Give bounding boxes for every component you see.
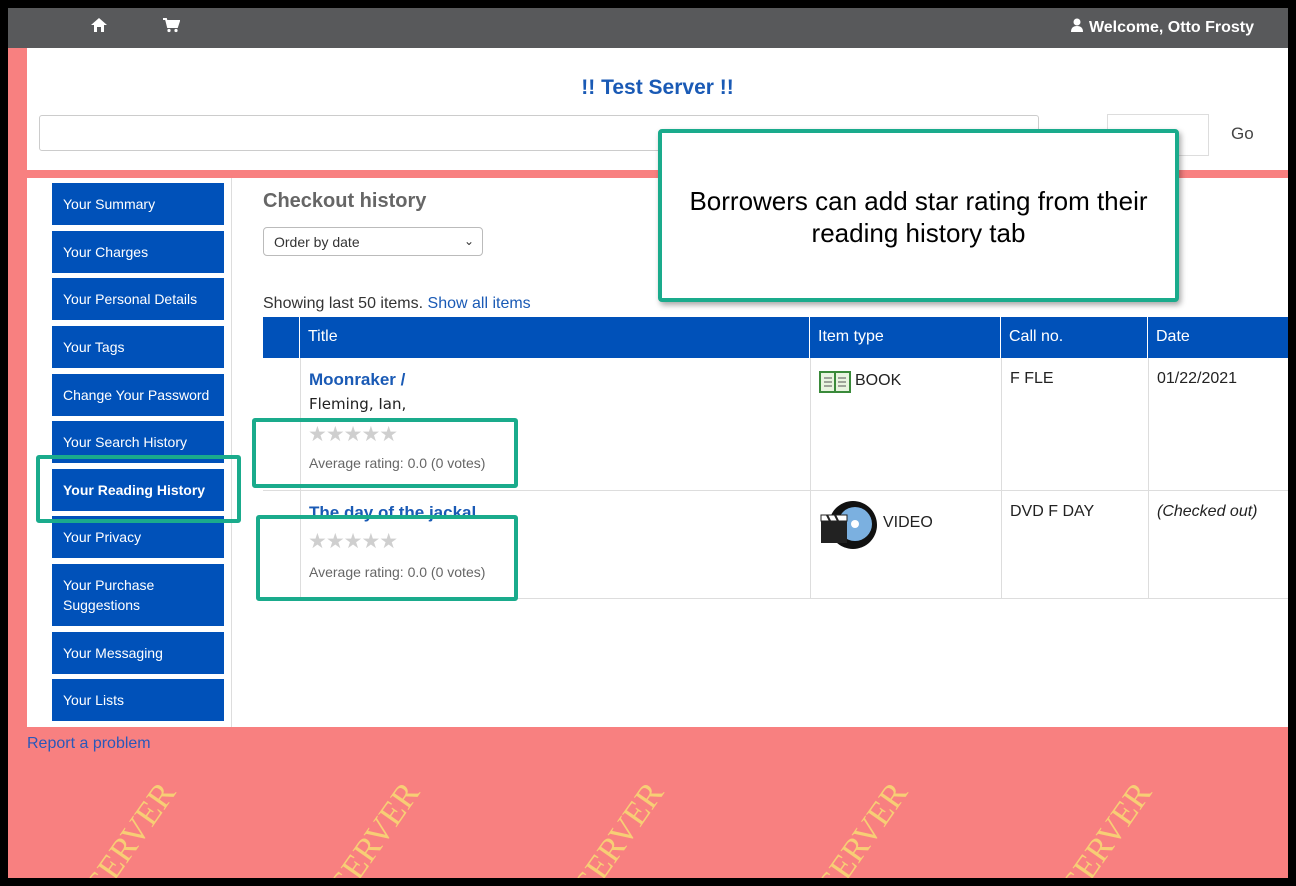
sort-select[interactable]: Order by date ⌄ [263,227,483,256]
reading-history-highlight [36,455,241,523]
sidebar-item-purchase-suggestions[interactable]: Your Purchase Suggestions [52,564,224,626]
sidebar-item-summary[interactable]: Your Summary [52,183,224,225]
showing-count: Showing last 50 items. [263,295,424,312]
user-menu[interactable]: Welcome, Otto Frosty [1070,18,1254,37]
item-type: BOOK [855,372,902,389]
annotation-callout: Borrowers can add star rating from their… [658,129,1179,302]
user-icon [1070,18,1083,37]
cart-icon[interactable] [162,16,181,39]
watermark: SERVER [1055,775,1160,878]
sidebar-item-charges[interactable]: Your Charges [52,231,224,273]
video-icon [819,499,879,556]
call-number: DVD F DAY [1010,503,1095,520]
go-button[interactable]: Go [1231,124,1254,144]
checkout-date: 01/22/2021 [1157,370,1238,387]
checkout-date: (Checked out) [1157,503,1258,520]
page-frame: SERVER SERVER SERVER SERVER SERVER Welco… [8,8,1288,878]
watermark: SERVER [323,775,428,878]
sidebar: Your Summary Your Charges Your Personal … [27,178,232,727]
column-header-title[interactable]: Title [300,317,810,358]
sidebar-item-tags[interactable]: Your Tags [52,326,224,368]
watermark: SERVER [567,775,672,878]
column-header-call-no[interactable]: Call no. [1001,317,1148,358]
home-icon[interactable] [90,16,108,39]
sidebar-item-change-password[interactable]: Change Your Password [52,374,224,416]
site-title: !! Test Server !! [581,76,734,99]
item-type: VIDEO [883,514,933,531]
title-link[interactable]: Moonraker / [309,370,405,390]
sidebar-item-messaging[interactable]: Your Messaging [52,632,224,674]
top-bar: Welcome, Otto Frosty [8,8,1288,48]
column-header-item-type[interactable]: Item type [810,317,1001,358]
show-all-link[interactable]: Show all items [428,295,531,312]
book-icon [819,370,851,399]
chevron-down-icon: ⌄ [463,234,474,248]
author: Fleming, Ian, [309,395,407,413]
call-number: F FLE [1010,370,1054,387]
sidebar-item-lists[interactable]: Your Lists [52,679,224,721]
column-header-date[interactable]: Date [1148,317,1288,358]
report-problem-link[interactable]: Report a problem [27,735,151,753]
watermark: SERVER [811,775,916,878]
rating-highlight [256,515,518,601]
sort-selected-value: Order by date [274,234,360,250]
welcome-text: Welcome, Otto Frosty [1088,19,1254,36]
watermark: SERVER [79,775,184,878]
sidebar-item-personal-details[interactable]: Your Personal Details [52,278,224,320]
showing-text: Showing last 50 items. Show all items [263,295,531,313]
column-header-select [263,317,300,358]
page-title: Checkout history [263,190,427,212]
rating-highlight [252,418,518,488]
